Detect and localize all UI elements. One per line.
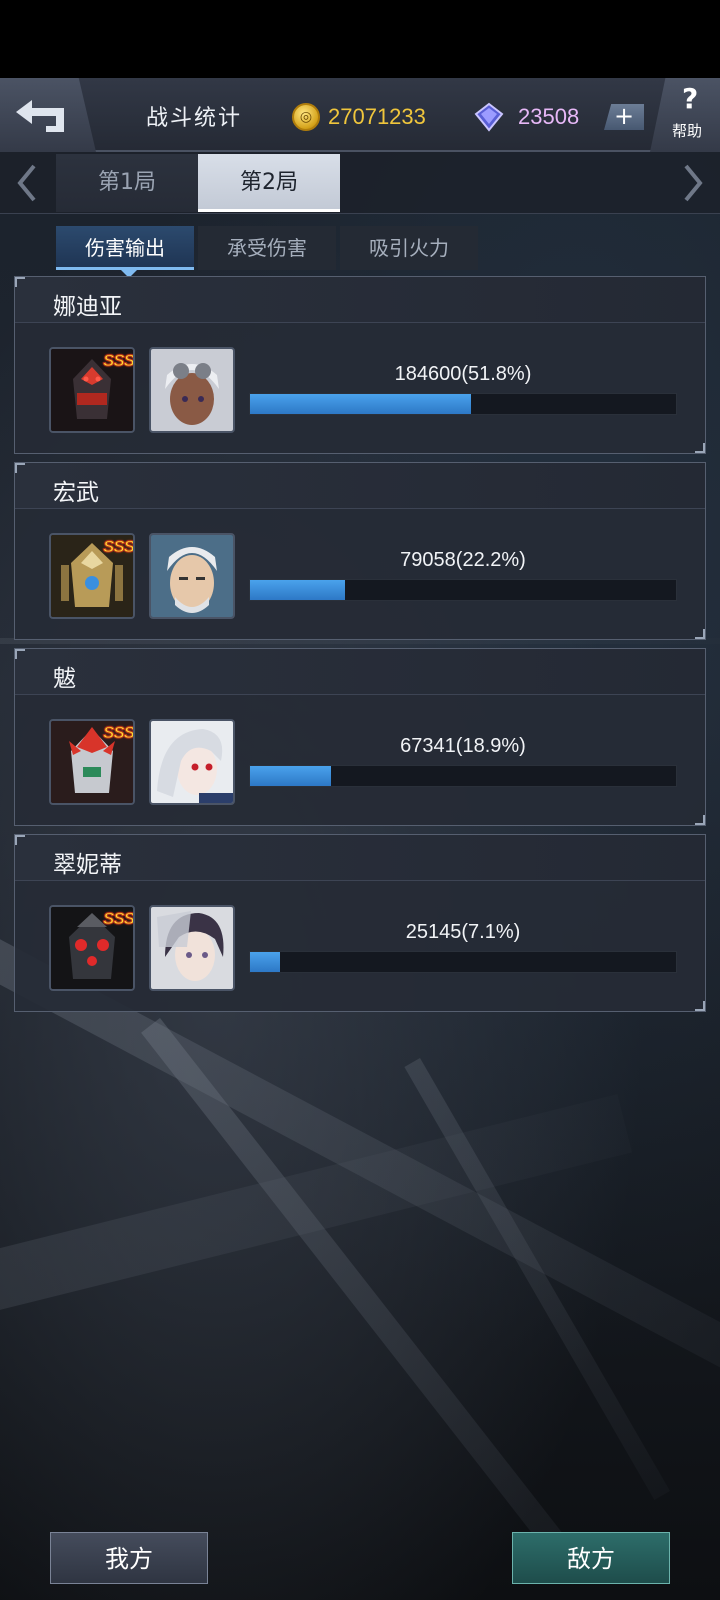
help-label: 帮助: [672, 122, 703, 140]
tab-aggro[interactable]: 吸引火力: [340, 226, 478, 270]
coin-counter: ◎ 27071233: [292, 102, 426, 132]
rank-badge: SSS: [102, 723, 135, 743]
prev-round-button[interactable]: [10, 162, 46, 204]
mech-portrait[interactable]: SSS: [49, 347, 135, 433]
question-icon: ?: [682, 82, 699, 115]
status-bar-area: [0, 0, 720, 78]
pilot-avatar-icon: [151, 721, 233, 803]
back-arrow-icon: [16, 100, 64, 132]
damage-bar: [249, 579, 677, 601]
add-gems-button[interactable]: +: [604, 104, 644, 130]
card-header: 翠妮蒂: [15, 835, 705, 881]
tab-damage-taken[interactable]: 承受伤害: [198, 226, 336, 270]
gem-value: 23508: [518, 104, 580, 129]
card-header: 宏武: [15, 463, 705, 509]
mech-portrait[interactable]: SSS: [49, 533, 135, 619]
mech-portrait[interactable]: SSS: [49, 905, 135, 991]
rank-badge: SSS: [102, 909, 135, 929]
pilot-portrait[interactable]: [149, 905, 235, 991]
pilot-name: 翠妮蒂: [53, 852, 122, 878]
next-round-button[interactable]: [674, 162, 710, 204]
damage-bar: [249, 765, 677, 787]
damage-bar: [249, 951, 677, 973]
enemy-side-button[interactable]: 敌方: [512, 1532, 670, 1584]
tab-round-2[interactable]: 第2局: [198, 154, 340, 212]
pilot-portrait[interactable]: [149, 533, 235, 619]
gem-counter: 23508: [474, 102, 579, 132]
pilot-avatar-icon: [151, 907, 233, 989]
chevron-left-icon: [17, 164, 36, 202]
rank-badge: SSS: [102, 351, 135, 371]
damage-bar-fill: [250, 394, 471, 414]
corner-decoration: [695, 629, 705, 639]
page-title: 战斗统计: [146, 106, 243, 131]
corner-decoration: [15, 277, 25, 287]
damage-value: 67341(18.9%): [400, 735, 526, 757]
pilot-name: 魃: [53, 666, 76, 692]
corner-decoration: [15, 835, 25, 845]
pilot-avatar-icon: [151, 349, 233, 431]
pilot-portrait[interactable]: [149, 719, 235, 805]
round-tab-bar: 第1局 第2局: [0, 152, 720, 214]
coin-icon: ◎: [292, 103, 320, 131]
top-bar: 战斗统计 ◎ 27071233 23508 + ? 帮助: [0, 78, 720, 152]
damage-value: 79058(22.2%): [400, 549, 526, 571]
help-button[interactable]: ? 帮助: [650, 78, 720, 152]
tab-damage-dealt[interactable]: 伤害输出: [56, 226, 194, 270]
damage-value: 25145(7.1%): [405, 921, 521, 943]
card-header: 魃: [15, 649, 705, 695]
corner-decoration: [695, 1001, 705, 1011]
damage-value: 184600(51.8%): [394, 363, 532, 385]
corner-decoration: [695, 443, 705, 453]
pilot-portrait[interactable]: [149, 347, 235, 433]
corner-decoration: [695, 815, 705, 825]
damage-bar-fill: [250, 952, 281, 972]
chevron-right-icon: [684, 164, 703, 202]
card-header: 娜迪亚: [15, 277, 705, 323]
gem-icon: [474, 102, 504, 132]
our-side-button[interactable]: 我方: [50, 1532, 208, 1584]
tab-round-1[interactable]: 第1局: [56, 154, 198, 212]
list-item: 娜迪亚 SSS 184600(51.8%): [14, 276, 706, 454]
pilot-name: 宏武: [53, 480, 99, 506]
damage-bar-fill: [250, 766, 331, 786]
back-button[interactable]: [0, 78, 96, 152]
coin-value: 27071233: [328, 104, 426, 129]
list-item: 魃 SSS 67341(18.9%): [14, 648, 706, 826]
corner-decoration: [15, 463, 25, 473]
pilot-avatar-icon: [151, 535, 233, 617]
rank-badge: SSS: [102, 537, 135, 557]
mech-portrait[interactable]: SSS: [49, 719, 135, 805]
list-item: 翠妮蒂 SSS 25145(7.1%): [14, 834, 706, 1012]
list-item: 宏武 SSS 79058(22.2%): [14, 462, 706, 640]
damage-bar-fill: [250, 580, 345, 600]
corner-decoration: [15, 649, 25, 659]
pilot-name: 娜迪亚: [53, 294, 122, 320]
damage-bar: [249, 393, 677, 415]
